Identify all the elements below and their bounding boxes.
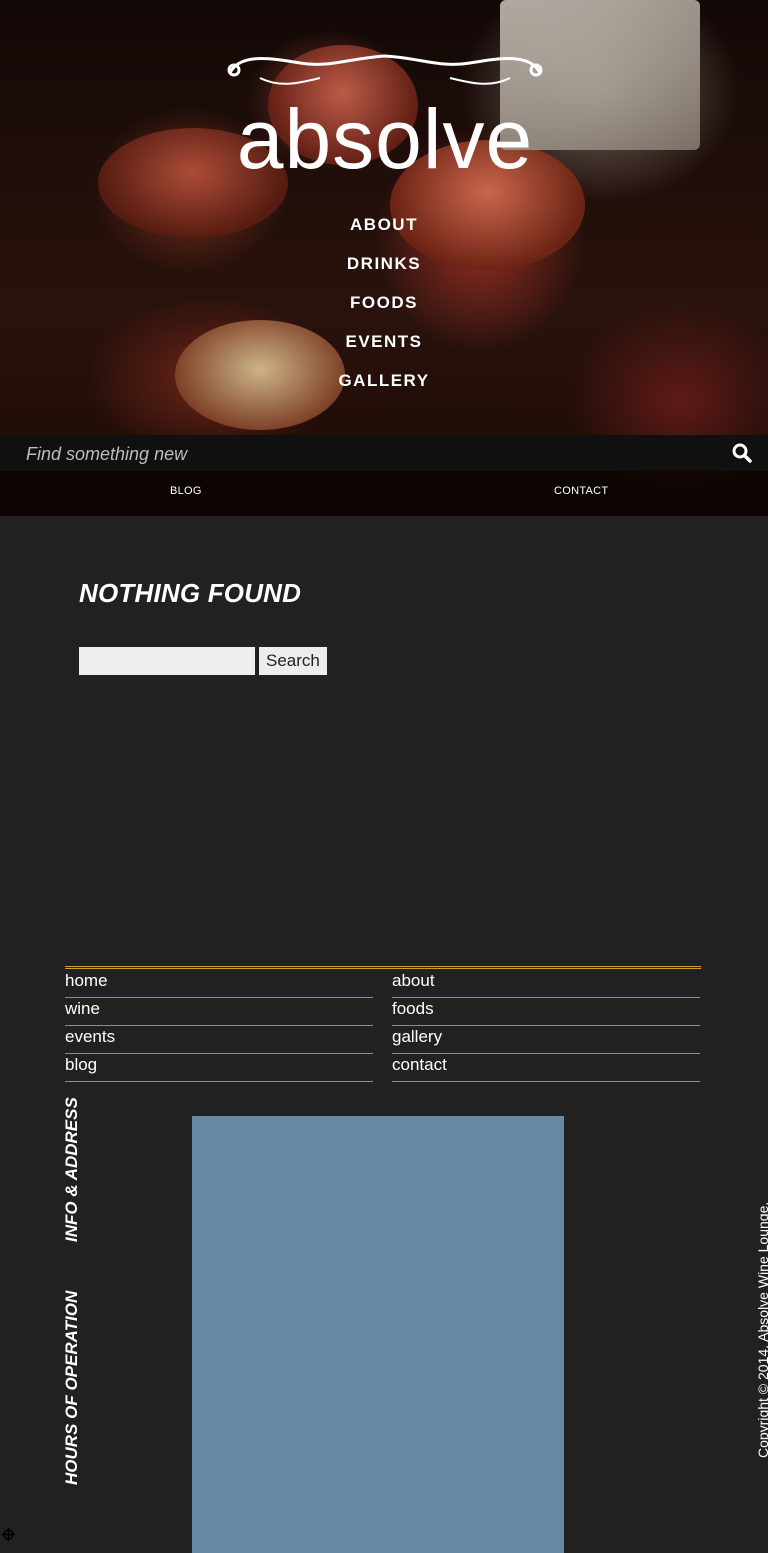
search-icon[interactable]: [732, 443, 752, 463]
header-search-input[interactable]: [24, 435, 708, 473]
footer-link-wine[interactable]: wine: [65, 998, 373, 1026]
search-form: Search: [79, 647, 327, 675]
page-title: NOTHING FOUND: [79, 578, 302, 608]
search-input[interactable]: [79, 647, 255, 675]
move-icon[interactable]: [2, 1528, 15, 1541]
nav-item-events[interactable]: EVENTS: [0, 329, 768, 368]
footer-link-contact[interactable]: contact: [392, 1054, 700, 1082]
map-embed[interactable]: [192, 1116, 564, 1553]
nav-item-drinks[interactable]: DRINKS: [0, 251, 768, 290]
footer-link-events[interactable]: events: [65, 1026, 373, 1054]
subnav-contact-link[interactable]: CONTACT: [554, 485, 608, 497]
nav-item-gallery[interactable]: GALLERY: [0, 368, 768, 407]
footer-links-right: about foods gallery contact: [392, 970, 700, 1082]
logo-text: absolve: [236, 92, 534, 186]
nav-item-foods[interactable]: FOODS: [0, 290, 768, 329]
header-search-bar: [0, 435, 768, 473]
footer-link-about[interactable]: about: [392, 970, 700, 998]
footer-link-gallery[interactable]: gallery: [392, 1026, 700, 1054]
footer-link-foods[interactable]: foods: [392, 998, 700, 1026]
info-address-heading: INFO & ADDRESS: [62, 1097, 81, 1242]
footer-link-blog[interactable]: blog: [65, 1054, 373, 1082]
footer-link-home[interactable]: home: [65, 970, 373, 998]
main-nav: ABOUT DRINKS FOODS EVENTS GALLERY: [0, 212, 768, 407]
hero-header: absolve ABOUT DRINKS FOODS EVENTS GALLER…: [0, 0, 768, 516]
footer-divider: [65, 966, 701, 969]
nav-item-about[interactable]: ABOUT: [0, 212, 768, 251]
search-button[interactable]: Search: [259, 647, 327, 675]
sub-nav: BLOG CONTACT: [0, 471, 768, 516]
copyright-text: Copyright © 2014. Absolve Wine Lounge.: [755, 1201, 768, 1458]
site-logo[interactable]: absolve: [220, 48, 550, 181]
footer-links-left: home wine events blog: [65, 970, 373, 1082]
subnav-blog-link[interactable]: BLOG: [170, 485, 202, 497]
hours-heading: HOURS OF OPERATION: [62, 1290, 81, 1485]
